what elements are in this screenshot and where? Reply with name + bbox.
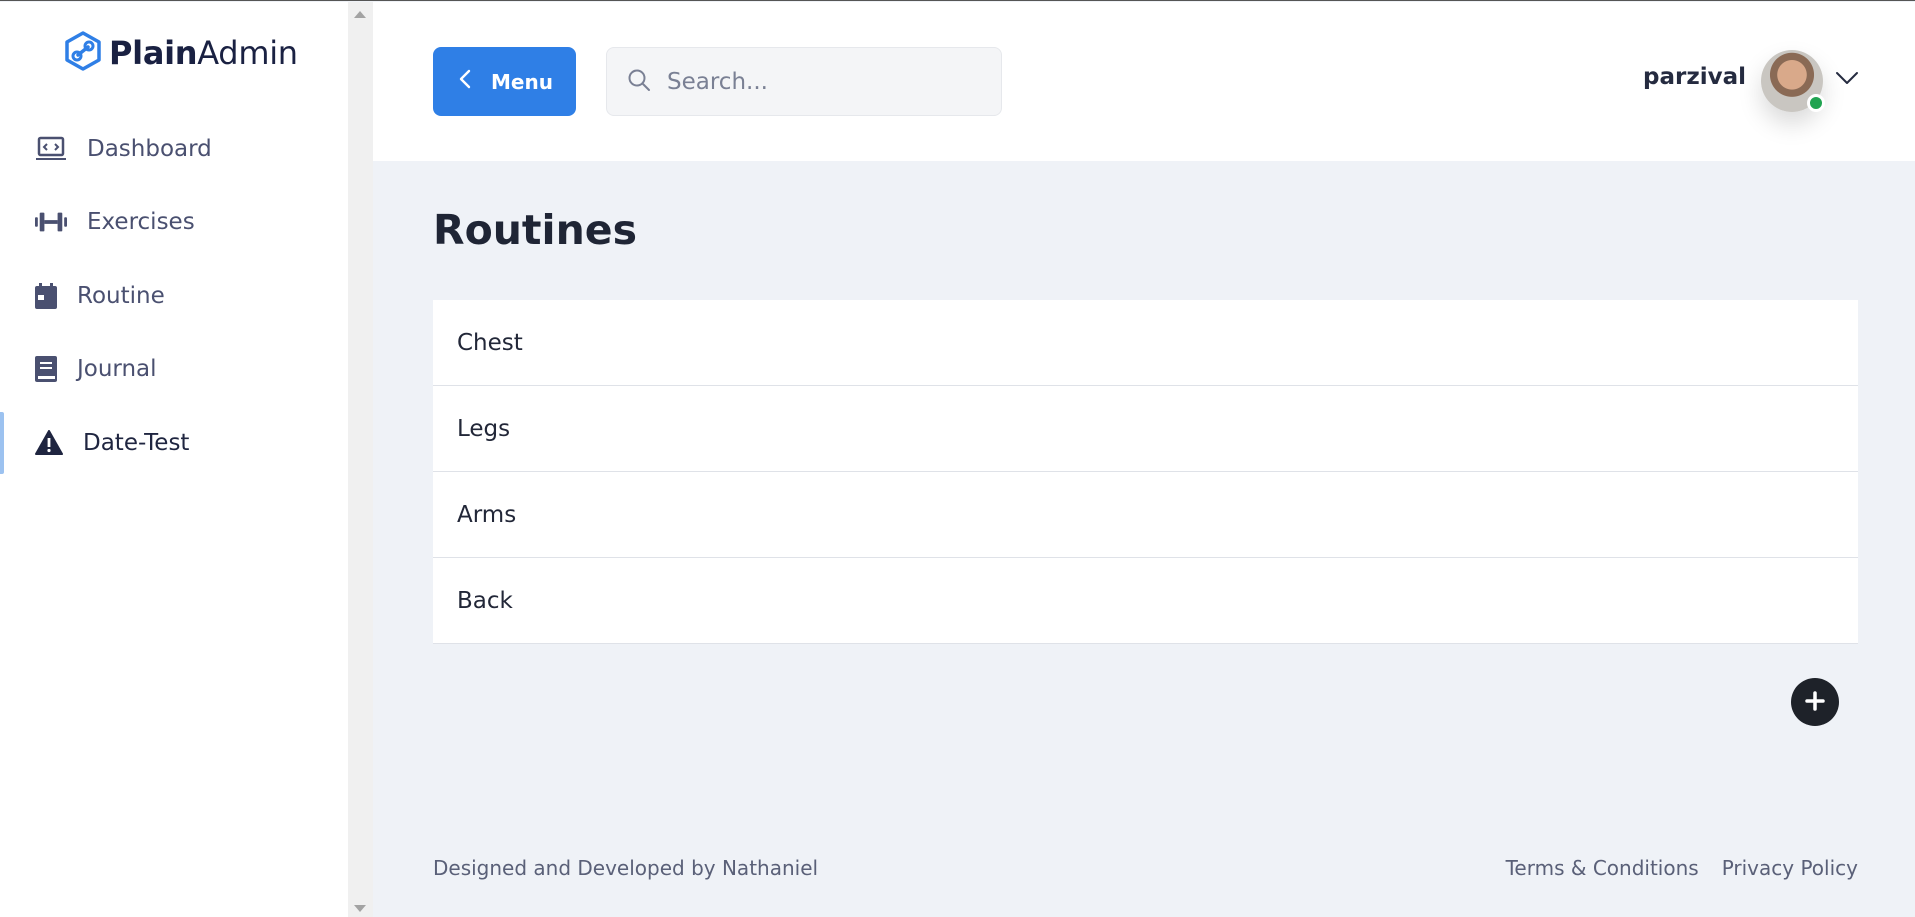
menu-button[interactable]: Menu bbox=[433, 47, 576, 116]
sidebar: PlainAdmin Dashboard Exercises Routine J… bbox=[0, 2, 348, 917]
search-input[interactable] bbox=[667, 68, 987, 95]
calendar-icon bbox=[35, 282, 57, 310]
sidebar-item-routine[interactable]: Routine bbox=[0, 259, 348, 333]
chevron-down-icon[interactable] bbox=[1835, 70, 1859, 89]
online-status-indicator bbox=[1807, 94, 1825, 112]
sidebar-item-dashboard[interactable]: Dashboard bbox=[0, 112, 348, 186]
footer-credit: Designed and Developed by Nathaniel bbox=[433, 856, 819, 880]
terms-link[interactable]: Terms & Conditions bbox=[1506, 856, 1699, 880]
sidebar-item-exercises[interactable]: Exercises bbox=[0, 186, 348, 260]
scroll-down-arrow-icon[interactable] bbox=[354, 905, 366, 912]
list-item[interactable]: Legs bbox=[433, 386, 1858, 472]
page-title: Routines bbox=[433, 206, 637, 254]
sidebar-item-date-test[interactable]: Date-Test bbox=[0, 406, 348, 480]
sidebar-item-label: Routine bbox=[77, 282, 165, 309]
sidebar-item-label: Journal bbox=[77, 356, 157, 383]
list-item[interactable]: Arms bbox=[433, 472, 1858, 558]
username[interactable]: parzival bbox=[1643, 64, 1746, 90]
sidebar-nav: Dashboard Exercises Routine Journal Date… bbox=[0, 112, 348, 480]
sidebar-item-label: Date-Test bbox=[83, 429, 190, 456]
brand-name: PlainAdmin bbox=[109, 34, 298, 72]
sidebar-item-journal[interactable]: Journal bbox=[0, 333, 348, 407]
sidebar-scrollbar[interactable] bbox=[348, 2, 373, 917]
routine-list: Chest Legs Arms Back bbox=[433, 300, 1858, 644]
privacy-link[interactable]: Privacy Policy bbox=[1722, 856, 1858, 880]
logo-icon bbox=[63, 31, 103, 75]
list-item[interactable]: Back bbox=[433, 558, 1858, 644]
plus-icon bbox=[1804, 690, 1826, 715]
warning-icon bbox=[35, 429, 63, 457]
search-icon bbox=[627, 68, 651, 96]
menu-button-label: Menu bbox=[491, 69, 553, 94]
avatar[interactable] bbox=[1761, 50, 1825, 112]
laptop-code-icon bbox=[35, 135, 67, 163]
book-icon bbox=[35, 355, 57, 383]
add-routine-button[interactable] bbox=[1791, 678, 1839, 726]
search-box[interactable] bbox=[606, 47, 1002, 116]
dumbbell-icon bbox=[35, 208, 67, 236]
footer-links: Terms & Conditions Privacy Policy bbox=[1506, 856, 1858, 880]
chevron-left-icon bbox=[459, 69, 471, 94]
list-item[interactable]: Chest bbox=[433, 300, 1858, 386]
sidebar-item-label: Dashboard bbox=[87, 135, 212, 162]
top-header: Menu parzival bbox=[373, 2, 1915, 161]
scroll-up-arrow-icon[interactable] bbox=[354, 11, 366, 18]
brand-logo[interactable]: PlainAdmin bbox=[63, 31, 298, 75]
sidebar-item-label: Exercises bbox=[87, 209, 195, 236]
